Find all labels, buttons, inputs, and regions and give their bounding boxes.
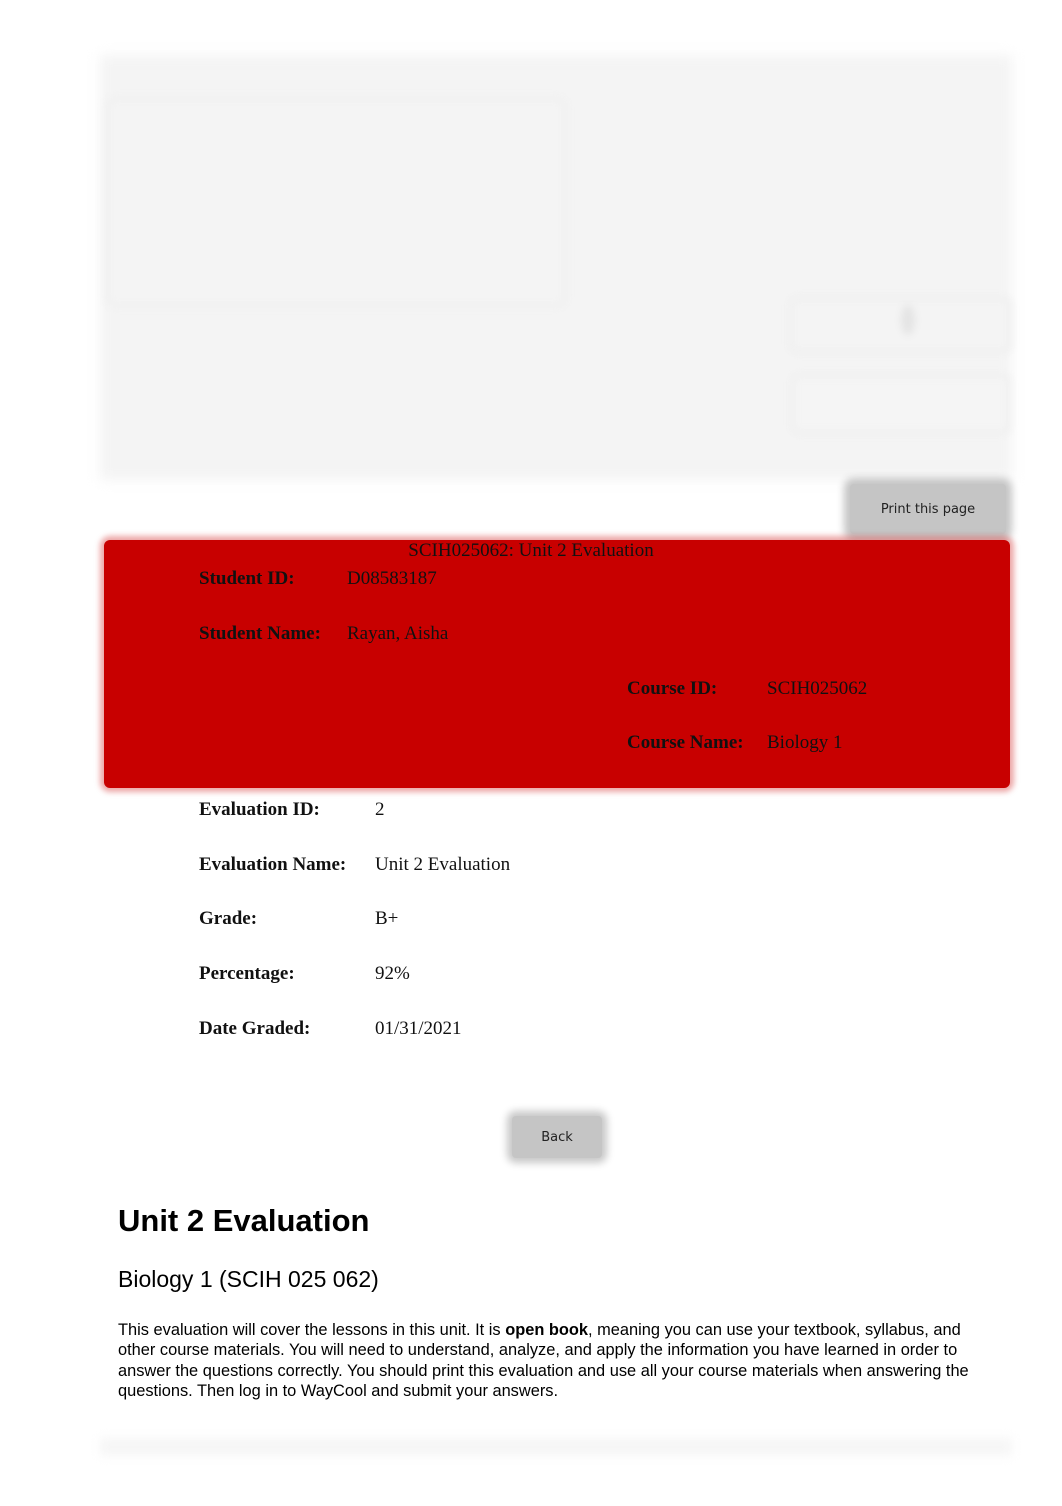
intro-paragraph: This evaluation will cover the lessons i… [118,1320,998,1401]
logo-area [106,98,566,306]
course-id-value: SCIH025062 [767,678,868,699]
student-name-value: Rayan, Aisha [347,623,449,644]
evaluation-id-label: Evaluation ID: [199,799,320,820]
percentage-label: Percentage: [199,963,295,984]
banner-title: SCIH025062: Unit 2 Evaluation [408,540,654,561]
document-heading: Unit 2 Evaluation [118,1203,370,1238]
print-page-button[interactable]: Print this page [850,484,1006,534]
student-id-label: Student ID: [199,568,295,589]
evaluation-id-value: 2 [375,799,385,820]
course-name-label: Course Name: [627,732,744,753]
student-id-value: D08583187 [347,568,437,589]
dropdown-caret-icon [901,305,915,335]
intro-text-bold: open book [505,1321,589,1339]
grade-label: Grade: [199,908,258,929]
evaluation-name-value: Unit 2 Evaluation [375,854,511,875]
date-graded-label: Date Graded: [199,1018,311,1039]
header-input[interactable] [792,375,1010,433]
header-dropdown[interactable] [790,298,1011,352]
back-button[interactable]: Back [512,1116,602,1158]
evaluation-name-label: Evaluation Name: [199,854,347,875]
student-name-label: Student Name: [199,623,321,644]
intro-text-start: This evaluation will cover the lessons i… [118,1321,506,1339]
footer-divider [100,1438,1012,1456]
date-graded-value: 01/31/2021 [375,1018,462,1039]
course-id-label: Course ID: [627,678,718,699]
percentage-value: 92% [375,963,410,984]
document-subheading: Biology 1 (SCIH 025 062) [118,1266,379,1292]
course-name-value: Biology 1 [767,732,843,753]
grade-value: B+ [375,908,399,929]
